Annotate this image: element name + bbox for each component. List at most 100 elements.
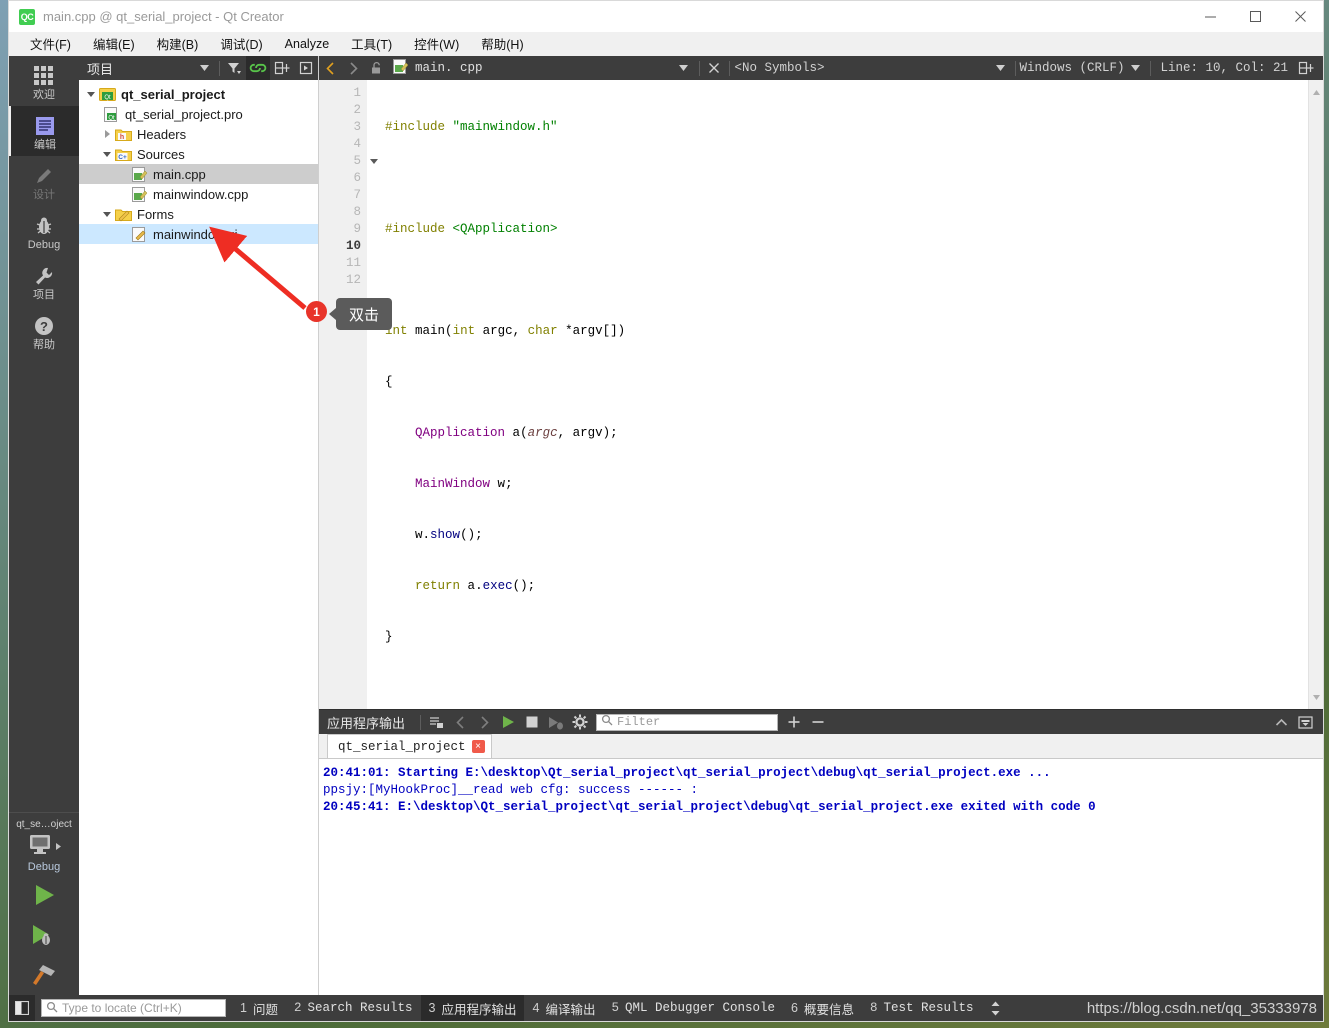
status-tab-general-messages[interactable]: 6 概要信息 <box>783 995 862 1022</box>
tree-item-mainwindow-cpp[interactable]: mainwindow.cpp <box>79 184 318 204</box>
status-tab-number: 5 <box>611 1001 619 1015</box>
tree-item-main-cpp[interactable]: main.cpp <box>79 164 318 184</box>
chevron-up-icon[interactable] <box>1269 710 1293 734</box>
mode-welcome[interactable]: 欢迎 <box>9 56 79 106</box>
maximize-icon[interactable] <box>1233 1 1278 32</box>
cursor-position[interactable]: Line: 10, Col: 21 <box>1154 61 1294 75</box>
menu-help[interactable]: 帮助(H) <box>470 31 534 57</box>
eol-dropdown-icon[interactable] <box>989 56 1012 80</box>
code-text-area[interactable]: #include "mainwindow.h" #include <QAppli… <box>367 80 1308 709</box>
stop-icon[interactable] <box>520 710 544 734</box>
status-tab-qml-debugger-console[interactable]: 5 QML Debugger Console <box>603 997 783 1019</box>
select-all-icon[interactable] <box>424 710 448 734</box>
scroll-down-icon[interactable] <box>1312 688 1321 706</box>
zoom-out-button[interactable] <box>806 710 830 734</box>
maximize-pane-icon[interactable] <box>1293 710 1317 734</box>
split-editor-icon[interactable] <box>1294 56 1317 80</box>
arrow-left-icon[interactable] <box>319 56 342 80</box>
status-tab-compile-output[interactable]: 4 编译输出 <box>524 995 603 1022</box>
status-tab-test-results[interactable]: 8 Test Results <box>862 997 982 1019</box>
zoom-in-button[interactable] <box>782 710 806 734</box>
status-tab-issues[interactable]: 1 问题 <box>232 995 286 1022</box>
menu-window-label: 控件(W) <box>414 38 460 52</box>
sidebar-combo-arrow-icon[interactable] <box>193 56 217 80</box>
mode-edit[interactable]: 编辑 <box>9 106 79 156</box>
editor-file-selector[interactable]: main. cpp <box>388 58 483 78</box>
chevron-down-icon[interactable] <box>99 150 115 158</box>
filter-icon[interactable] <box>222 56 246 80</box>
status-tab-label: Test Results <box>883 1001 974 1015</box>
menu-tools[interactable]: 工具(T) <box>340 31 403 57</box>
run-button[interactable] <box>9 875 79 915</box>
tree-item-sources[interactable]: C+ Sources <box>79 144 318 164</box>
tree-item-forms[interactable]: Forms <box>79 204 318 224</box>
toggle-sidebar-icon[interactable] <box>9 995 35 1021</box>
status-tab-label: 应用程序输出 <box>441 1002 517 1017</box>
chevron-right-icon[interactable] <box>99 129 115 139</box>
close-icon[interactable] <box>1278 1 1323 32</box>
line-ending-selector[interactable]: Windows (CRLF) <box>1019 61 1124 75</box>
output-line: 20:45:41: E:\desktop\Qt_serial_project\q… <box>323 800 1096 814</box>
code-line-11: } <box>385 630 393 644</box>
output-line: ppsjy:[MyHookProc]__read web cfg: succes… <box>323 783 699 797</box>
split-icon[interactable] <box>270 56 294 80</box>
menu-analyze[interactable]: Analyze <box>274 34 340 55</box>
code-line-6: { <box>385 375 393 389</box>
output-filter-input[interactable]: Filter <box>596 713 779 731</box>
editor-vertical-scrollbar[interactable] <box>1308 80 1323 709</box>
grid-icon <box>34 65 54 87</box>
debug-button[interactable] <box>9 915 79 955</box>
minimize-icon[interactable] <box>1188 1 1233 32</box>
close-sidebar-icon[interactable] <box>294 56 318 80</box>
tree-item-headers[interactable]: h Headers <box>79 124 318 144</box>
title-bar: QC main.cpp @ qt_serial_project - Qt Cre… <box>9 1 1323 32</box>
menu-file[interactable]: 文件(F) <box>19 31 82 57</box>
tree-item-qt-serial-project[interactable]: Qt qt_serial_project <box>79 84 318 104</box>
code-editor[interactable]: 1 2 3 4 5 6 7 8 9 10 11 12 #include "mai… <box>319 80 1323 709</box>
output-text-area[interactable]: 20:41:01: Starting E:\desktop\Qt_serial_… <box>319 759 1323 995</box>
project-tree[interactable]: Qt qt_serial_project Qt qt_serial_projec… <box>79 80 318 995</box>
line-number: 1 <box>353 86 361 100</box>
attach-debugger-icon[interactable] <box>544 710 568 734</box>
chevron-down-icon[interactable] <box>99 210 115 218</box>
up-down-arrows-icon[interactable] <box>982 997 1009 1020</box>
prev-item-icon[interactable] <box>448 710 472 734</box>
arrow-right-icon[interactable] <box>342 56 365 80</box>
line-number: 2 <box>353 103 361 117</box>
run-icon <box>36 885 54 905</box>
status-tab-search-results[interactable]: 2 Search Results <box>286 997 421 1019</box>
build-button[interactable] <box>9 955 79 995</box>
editor-file-dropdown-icon[interactable] <box>673 56 696 80</box>
scroll-up-icon[interactable] <box>1312 83 1321 101</box>
kit-selector[interactable]: qt_se…oject Debug <box>9 812 79 875</box>
menu-window[interactable]: 控件(W) <box>403 31 470 57</box>
qt-creator-window: QC main.cpp @ qt_serial_project - Qt Cre… <box>8 0 1324 1022</box>
mode-debug[interactable]: Debug <box>9 206 79 256</box>
output-tab-label: qt_serial_project <box>338 739 466 754</box>
mode-help-label: 帮助 <box>33 339 55 351</box>
status-tab-application-output[interactable]: 3 应用程序输出 <box>420 994 525 1021</box>
unlock-icon[interactable] <box>365 56 388 80</box>
output-tab-qt-serial-project[interactable]: qt_serial_project × <box>327 734 492 758</box>
tree-item-label: qt_serial_project.pro <box>125 106 243 122</box>
next-item-icon[interactable] <box>472 710 496 734</box>
symbol-selector[interactable]: <No Symbols> <box>733 61 825 75</box>
run-icon[interactable] <box>496 710 520 734</box>
close-icon[interactable]: × <box>471 740 485 753</box>
tree-item-pro-file[interactable]: Qt qt_serial_project.pro <box>79 104 318 124</box>
locator-input[interactable]: Type to locate (Ctrl+K) <box>41 999 226 1017</box>
menu-debug[interactable]: 调试(D) <box>209 31 273 57</box>
code-line-5: int main(int argc, char *argv[]) <box>385 324 626 338</box>
monitor-icon <box>27 833 53 860</box>
menu-edit[interactable]: 编辑(E) <box>82 31 146 57</box>
encoding-dropdown-icon[interactable] <box>1124 56 1147 80</box>
menu-build[interactable]: 构建(B) <box>146 31 210 57</box>
modebar-spacer <box>9 356 79 812</box>
chevron-down-icon[interactable] <box>83 90 99 98</box>
tree-item-mainwindow-ui[interactable]: mainwindow.ui <box>79 224 318 244</box>
link-icon[interactable] <box>246 56 270 80</box>
mode-help[interactable]: ? 帮助 <box>9 306 79 356</box>
settings-gear-icon[interactable] <box>568 710 592 734</box>
close-editor-icon[interactable] <box>703 56 726 80</box>
mode-projects[interactable]: 项目 <box>9 256 79 306</box>
